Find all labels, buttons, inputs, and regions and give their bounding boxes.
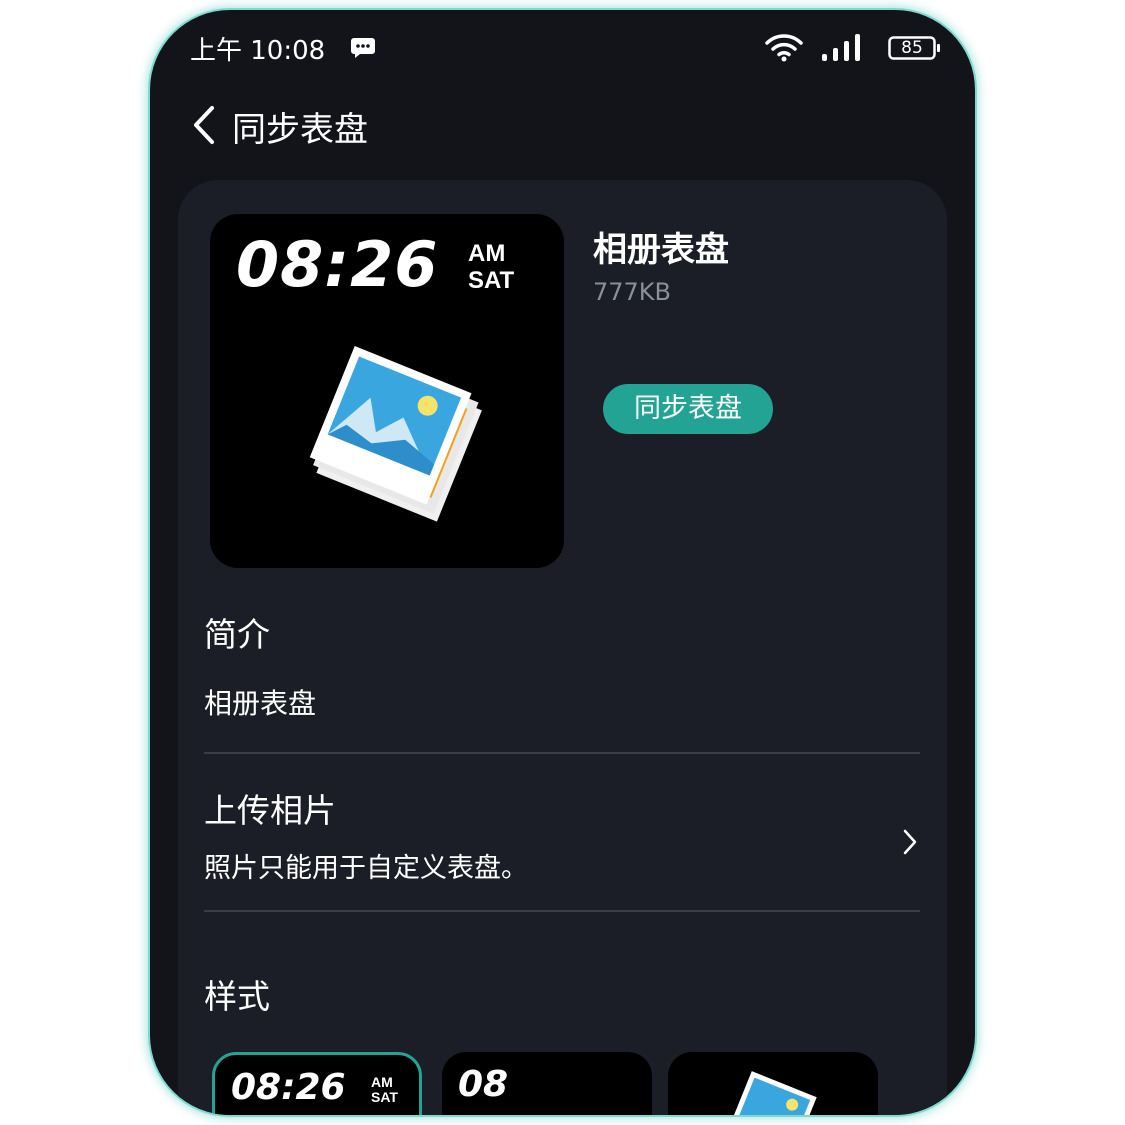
divider <box>204 752 920 754</box>
photo-album-icon <box>309 346 482 522</box>
message-icon <box>351 38 375 58</box>
status-bar: 上午 10:08 85 <box>150 10 975 90</box>
watch-face-name: 相册表盘 <box>593 230 729 270</box>
watch-face-size: 777KB <box>593 278 672 306</box>
style-thumb-1[interactable]: 08:26 AM SAT <box>212 1052 422 1115</box>
sync-watch-face-button[interactable]: 同步表盘 <box>603 384 773 434</box>
battery-level: 85 <box>901 38 923 58</box>
preview-ampm: AM <box>468 240 506 267</box>
chevron-right-icon <box>903 829 917 855</box>
style-thumb-2[interactable]: 08 <box>442 1052 652 1115</box>
style-thumb-3[interactable] <box>668 1052 878 1115</box>
preview-day: SAT <box>468 267 515 294</box>
wifi-icon <box>765 34 803 62</box>
divider <box>204 910 920 912</box>
upload-photo-row[interactable]: 上传相片 照片只能用于自定义表盘。 <box>178 770 947 910</box>
status-time: 上午 10:08 <box>190 36 326 66</box>
intro-text: 相册表盘 <box>204 687 317 720</box>
phone-screen: 上午 10:08 85 同步表盘 08:26 AM SAT 相册表盘 777KB… <box>150 10 975 1115</box>
thumb-time: 08:26 <box>231 1067 346 1108</box>
header: 同步表盘 <box>150 90 975 160</box>
upload-description: 照片只能用于自定义表盘。 <box>204 853 528 884</box>
upload-title: 上传相片 <box>204 791 336 830</box>
style-title: 样式 <box>204 977 270 1016</box>
intro-title: 简介 <box>204 615 270 654</box>
thumb-ampm-day: AM SAT <box>371 1075 398 1105</box>
detail-card: 08:26 AM SAT 相册表盘 777KB 同步表盘 简介 相册表盘 上传相… <box>178 180 947 1115</box>
watch-face-preview: 08:26 AM SAT <box>210 214 564 568</box>
thumb-day: SAT <box>371 1089 398 1105</box>
signal-icon <box>822 34 860 61</box>
preview-time: 08:26 <box>236 228 439 301</box>
thumb-ampm: AM <box>371 1074 393 1090</box>
preview-ampm-day: AM SAT <box>468 240 514 294</box>
photo-album-icon <box>727 1071 817 1115</box>
thumb-time: 08 <box>458 1064 509 1105</box>
page-title: 同步表盘 <box>232 110 368 150</box>
back-arrow-icon[interactable] <box>190 104 218 146</box>
